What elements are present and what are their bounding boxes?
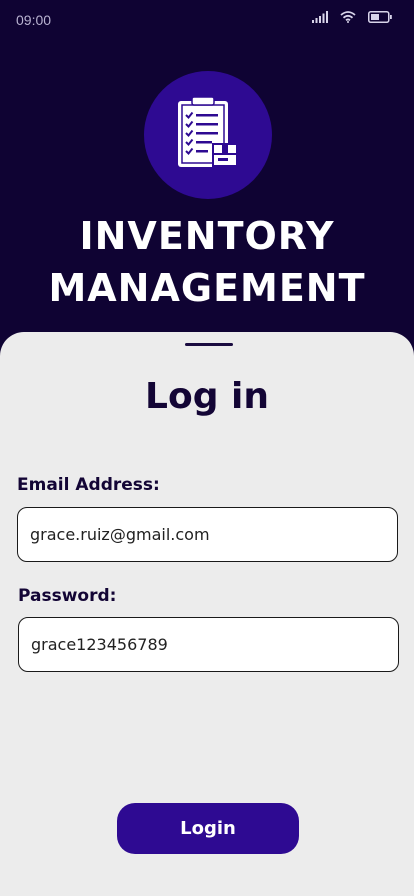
app-title: INVENTORY MANAGEMENT bbox=[0, 210, 414, 314]
email-field[interactable] bbox=[17, 507, 398, 562]
status-bar: 09:00 bbox=[0, 0, 414, 40]
email-label: Email Address: bbox=[17, 475, 160, 495]
app-logo bbox=[144, 71, 272, 199]
signal-icon bbox=[312, 11, 328, 27]
login-sheet: Log in Email Address: Password: Login bbox=[0, 332, 414, 896]
login-title: Log in bbox=[145, 376, 269, 417]
login-button[interactable]: Login bbox=[117, 803, 299, 854]
password-label: Password: bbox=[18, 586, 117, 606]
password-field[interactable] bbox=[18, 617, 399, 672]
battery-icon bbox=[368, 11, 392, 27]
wifi-icon bbox=[340, 11, 356, 27]
sheet-handle[interactable] bbox=[185, 343, 233, 346]
app-title-line-1: INVENTORY bbox=[79, 214, 335, 258]
status-time: 09:00 bbox=[16, 12, 52, 28]
clipboard-checklist-box-icon bbox=[176, 95, 240, 175]
status-icons bbox=[312, 11, 392, 27]
app-title-line-2: MANAGEMENT bbox=[48, 266, 366, 310]
